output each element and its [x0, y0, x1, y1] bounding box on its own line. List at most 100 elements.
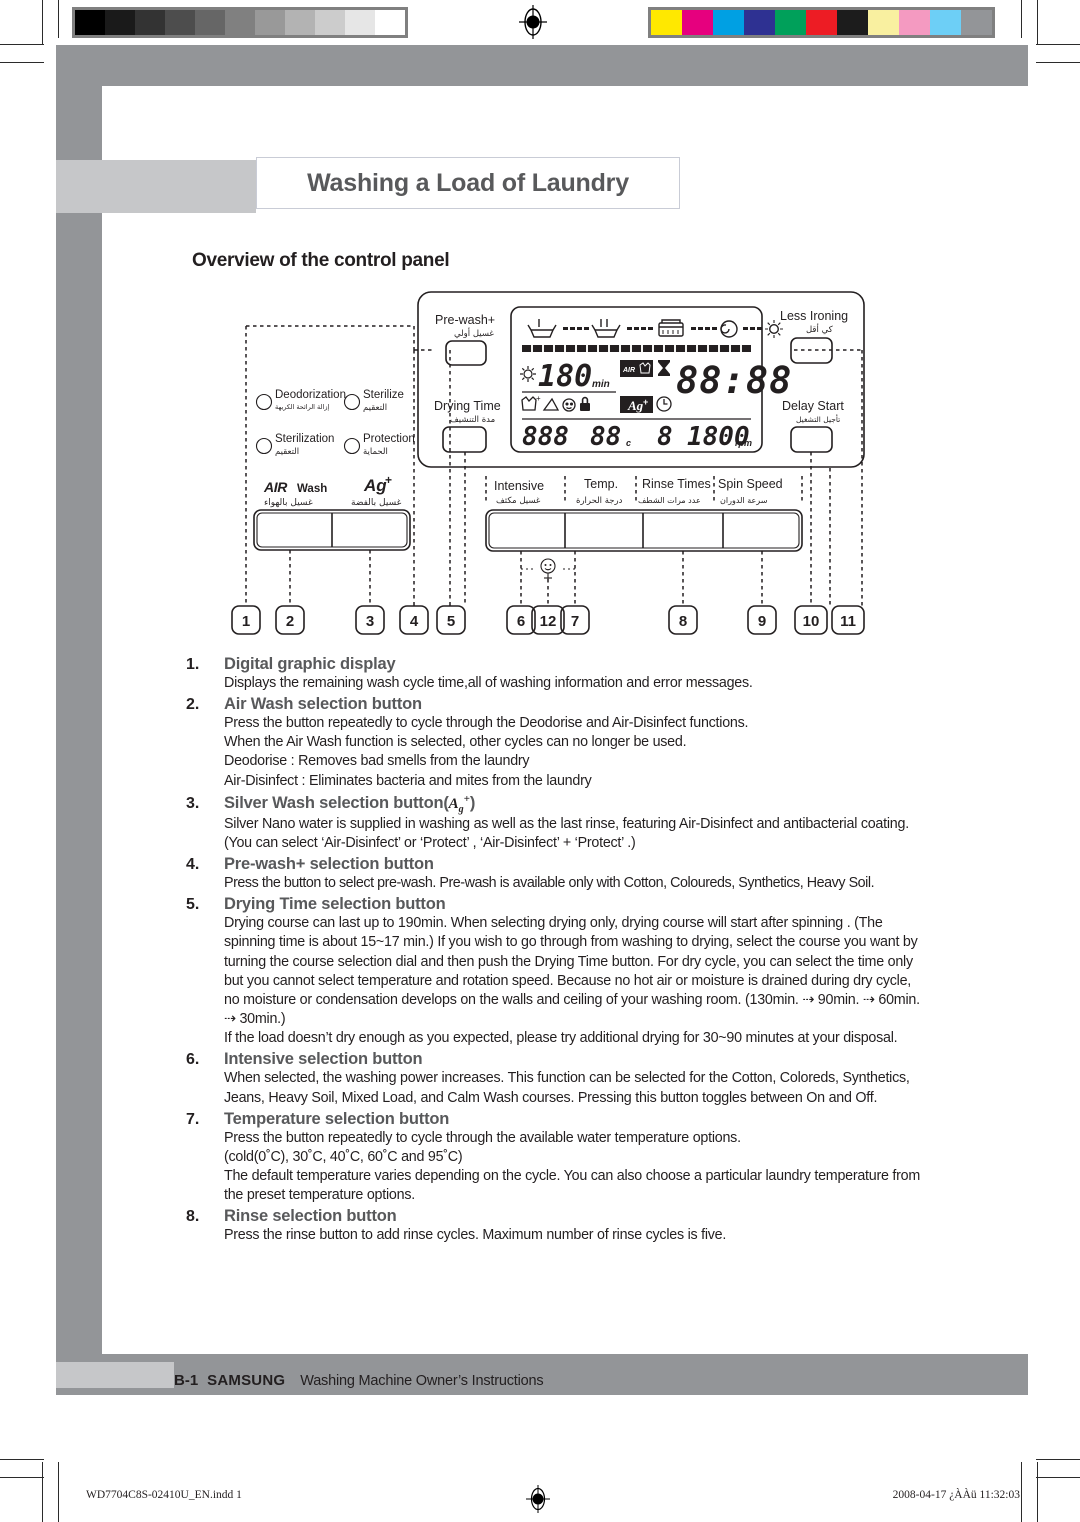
svg-text:5: 5 — [447, 613, 455, 630]
item-paragraph: Silver Nano water is supplied in washing… — [224, 815, 909, 851]
item-number: 8. — [186, 1208, 200, 1226]
frame-band-title-accent — [56, 160, 256, 213]
svg-text:مدة التنشيف: مدة التنشيف — [450, 415, 495, 425]
svg-text:التعقيم: التعقيم — [275, 447, 299, 457]
svg-text:تأجيل التشغيل: تأجيل التشغيل — [796, 414, 840, 424]
item-title: Temperature selection button — [224, 1109, 450, 1128]
lcd-silver-badge: Ag + — [620, 396, 653, 413]
child-lock-callout — [521, 558, 575, 579]
item-title-suffix: ) — [469, 793, 476, 812]
item-paragraph: (cold(0˚C), 30˚C, 40˚C, 60˚C and 95˚C) — [224, 1148, 463, 1165]
prewash-plus-button: Pre-wash+ غسيل أولي — [435, 313, 495, 366]
delay-start-button: Delay Start تأجيل التشغيل — [782, 399, 844, 453]
svg-text:Temp.: Temp. — [584, 477, 618, 491]
registration-target-bottom — [526, 1485, 550, 1513]
svg-text:Protection: Protection — [363, 433, 415, 445]
lcd-hourglass-icon — [658, 360, 670, 376]
svg-text:Sterilization: Sterilization — [275, 433, 334, 445]
instruction-item-3: 3. Silver Wash selection button(Ag+) Sil… — [186, 793, 926, 853]
item-paragraph: If the load doesn’t dry enough as you ex… — [224, 1030, 898, 1047]
item-title: Digital graphic display — [224, 655, 396, 673]
svg-text:Sterilize: Sterilize — [363, 389, 404, 401]
item-number: 6. — [186, 1051, 200, 1069]
print-slug-filename: WD7704C8S-02410U_EN.indd 1 — [86, 1489, 242, 1501]
instruction-item-2: 2. Air Wash selection button Press the b… — [186, 695, 926, 791]
footer-doc-title: Washing Machine Owner’s Instructions — [300, 1373, 544, 1389]
lcd-option-icons: + — [521, 394, 590, 412]
svg-text:Ag: Ag — [627, 398, 644, 413]
section-heading: Overview of the control panel — [192, 250, 450, 271]
item-body: When selected, the washing power increas… — [224, 1069, 926, 1107]
svg-text:كي أقل: كي أقل — [806, 323, 834, 335]
callout-boxes: 1 2 3 4 5 6 12 7 8 9 10 11 — [231, 605, 865, 635]
svg-text:الحماية: الحماية — [363, 447, 388, 457]
indicator-protection: Protection الحماية — [343, 433, 415, 457]
instruction-item-6: 6. Intensive selection button When selec… — [186, 1050, 926, 1107]
indicator-sterilize: Sterilize التعقيم — [343, 389, 404, 413]
frame-band-top — [56, 45, 1028, 86]
svg-text:+: + — [385, 473, 392, 487]
print-slug: WD7704C8S-02410U_EN.indd 1 2008-04-17 ¿À… — [0, 1485, 1080, 1515]
item-number: 1. — [186, 656, 200, 673]
svg-text:Wash: Wash — [297, 483, 327, 495]
item-paragraph: Deodorise : Removes bad smells from the … — [224, 753, 530, 770]
instruction-item-8: 8. Rinse selection button Press the rins… — [186, 1207, 926, 1245]
svg-text:AIR: AIR — [622, 367, 635, 374]
svg-text:Drying Time: Drying Time — [434, 399, 501, 413]
svg-text:+: + — [643, 397, 648, 407]
lcd-rinse-digit: 8 — [657, 422, 673, 452]
instruction-item-4: 4. Pre-wash+ selection button Press the … — [186, 855, 926, 893]
svg-text:1: 1 — [242, 613, 250, 630]
control-panel-diagram: .ln{fill:none;stroke:#231f20;stroke-widt… — [228, 288, 868, 638]
page-title: Washing a Load of Laundry — [256, 157, 680, 209]
item-paragraph: Press the rinse button to add rinse cycl… — [224, 1227, 727, 1244]
svg-text:Intensive: Intensive — [494, 479, 544, 493]
frame-band-footer-accent — [56, 1362, 174, 1388]
instruction-item-7: 7. Temperature selection button Press th… — [186, 1110, 926, 1206]
page-title-text: Washing a Load of Laundry — [307, 168, 629, 197]
svg-text:+: + — [536, 394, 541, 403]
item-title: Rinse selection button — [224, 1207, 397, 1226]
silver-wash-ag-icon: Ag+ — [448, 792, 470, 815]
svg-text:عدد مرات الشطف: عدد مرات الشطف — [638, 496, 701, 505]
item-paragraph: Press the button repeatedly to cycle thr… — [224, 715, 749, 732]
svg-text:4: 4 — [410, 613, 419, 630]
lcd-main-time: 88:88 — [676, 359, 792, 402]
item-title: Pre-wash+ selection button — [224, 855, 434, 874]
svg-text:3: 3 — [366, 613, 374, 630]
svg-text:غسيل بالفضة: غسيل بالفضة — [351, 498, 402, 508]
frame-band-left-lower — [56, 213, 102, 1354]
digital-graphic-display: 180 min AIR 88:88 + Ag + 888 88 c 8 1800… — [510, 306, 792, 453]
footer-page-number: B-1 — [174, 1372, 199, 1389]
svg-text:غسيل أولي: غسيل أولي — [454, 327, 494, 339]
lcd-air-badge: AIR — [620, 360, 653, 377]
print-slug-date: 2008-04-17 ¿ÀÀü 11:32:03 — [892, 1489, 1020, 1501]
svg-text:6: 6 — [517, 613, 525, 630]
svg-text:غسيل مكثف: غسيل مكثف — [496, 496, 541, 506]
item-body: Drying course can last up to 190min. Whe… — [224, 914, 926, 1048]
item-title: Silver Wash selection button( — [224, 793, 449, 812]
instruction-list: 1. Digital graphic display Displays the … — [186, 655, 926, 1247]
item-number: 2. — [186, 696, 200, 714]
lcd-spin-unit: rpm — [735, 438, 752, 448]
svg-text:Deodorization: Deodorization — [275, 389, 346, 401]
item-title: Drying Time selection button — [224, 895, 446, 914]
svg-text:سرعة الدوران: سرعة الدوران — [720, 496, 768, 505]
item-body: Press the button repeatedly to cycle thr… — [224, 1129, 926, 1206]
airwash-silverwash-button-group: AIR Wash غسيل بالهواء Ag + غسيل بالفضة — [253, 473, 411, 551]
svg-text:8: 8 — [679, 613, 687, 630]
svg-text:Pre-wash+: Pre-wash+ — [435, 313, 495, 327]
indicator-sterilization: Sterilization التعقيم — [255, 433, 334, 457]
item-body: Press the rinse button to add rinse cycl… — [224, 1226, 926, 1245]
svg-text:AIR: AIR — [263, 479, 288, 495]
item-body: Press the button to select pre-wash. Pre… — [224, 874, 926, 893]
item-paragraph: When the Air Wash function is selected, … — [224, 734, 687, 751]
svg-text:12: 12 — [540, 613, 557, 630]
option-button-row: Intensive غسيل مكثف Temp. درجة الحرارة R… — [485, 476, 803, 552]
page-footer: B-1 SAMSUNG Washing Machine Owner’s Inst… — [174, 1372, 544, 1389]
svg-text:10: 10 — [803, 613, 820, 630]
lcd-drying-unit: min — [592, 379, 610, 390]
item-body: Displays the remaining wash cycle time,a… — [224, 674, 926, 693]
lcd-clock-icon — [656, 396, 672, 412]
indicator-deodorization: Deodorization إزالة الرائحة الكريهة — [255, 389, 346, 411]
